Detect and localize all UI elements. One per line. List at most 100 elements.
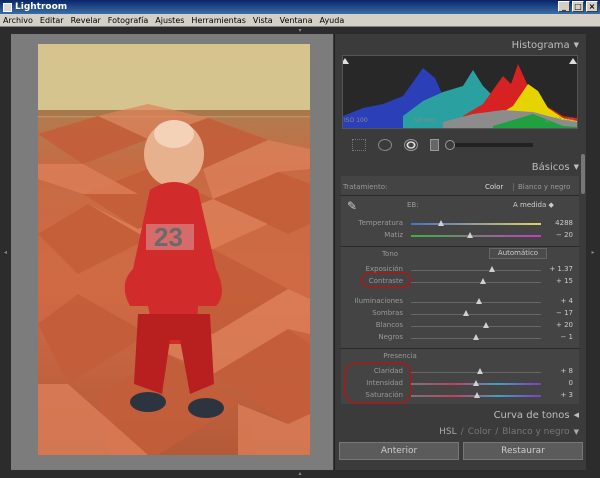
bottom-panel-toggle[interactable]: ▴ (0, 470, 600, 478)
slider-value[interactable]: + 3 (560, 391, 573, 399)
slider-value[interactable]: 0 (569, 379, 573, 387)
slider-label: Matiz (384, 231, 403, 239)
slider-label: Temperatura (358, 219, 403, 227)
slider-label: Exposición (365, 265, 403, 273)
treatment-bw-option[interactable]: Blanco y negro (513, 183, 570, 191)
separator: / (460, 427, 464, 437)
develop-panel: Histograma ▼ ISO 100 50 mm f / 4.0 1/400… (334, 34, 586, 470)
spot-removal-icon[interactable] (378, 139, 392, 151)
treatment-color-option[interactable]: Color (485, 183, 503, 191)
adjustment-brush-icon[interactable] (445, 140, 533, 150)
slider-value[interactable]: + 15 (556, 277, 573, 285)
hsl-tab[interactable]: HSL (439, 427, 457, 437)
right-panel-toggle[interactable]: ▸ (586, 34, 600, 470)
minimize-button[interactable]: _ (558, 1, 570, 12)
reset-button[interactable]: Restaurar (463, 442, 583, 460)
menu-vista[interactable]: Vista (253, 16, 273, 25)
histogram-title: Histograma (511, 39, 570, 51)
maximize-button[interactable]: □ (572, 1, 584, 12)
whites-slider[interactable]: Blancos + 20 (341, 320, 579, 332)
red-eye-icon[interactable] (404, 139, 418, 151)
color-tab[interactable]: Color (468, 427, 492, 437)
svg-text:23: 23 (154, 222, 183, 252)
tone-label: Tono (381, 250, 399, 258)
photo-illustration: 23 (38, 44, 310, 455)
temperature-slider[interactable]: Temperatura 4288 (341, 218, 579, 230)
histogram-header[interactable]: Histograma ▼ (335, 36, 587, 54)
expand-icon: ◀ (573, 411, 579, 419)
slider-thumb[interactable] (483, 322, 490, 328)
wb-value: A medida (513, 201, 547, 209)
auto-tone-button[interactable]: Automático (489, 248, 547, 259)
slider-thumb[interactable] (466, 232, 473, 238)
menu-herramientas[interactable]: Herramientas (191, 16, 246, 25)
app-icon (3, 2, 12, 12)
tint-slider[interactable]: Matiz − 20 (341, 230, 579, 242)
menu-ventana[interactable]: Ventana (280, 16, 313, 25)
iso-value: ISO 100 (344, 117, 368, 124)
slider-label: Blancos (375, 321, 403, 329)
collapse-icon: ▼ (573, 428, 579, 436)
slider-thumb[interactable] (437, 220, 444, 226)
slider-thumb[interactable] (479, 278, 486, 284)
blacks-slider[interactable]: Negros − 1 (341, 332, 579, 344)
photo-image[interactable]: 23 (38, 44, 310, 455)
close-button[interactable]: × (586, 1, 598, 12)
tone-curve-header[interactable]: Curva de tonos ◀ (335, 406, 587, 424)
previous-button[interactable]: Anterior (339, 442, 459, 460)
slider-thumb[interactable] (474, 392, 481, 398)
hsl-header[interactable]: HSL / Color / Blanco y negro ▼ (335, 425, 587, 439)
slider-thumb[interactable] (473, 380, 479, 386)
menu-bar: Archivo Editar Revelar Fotografía Ajuste… (0, 14, 600, 27)
slider-thumb[interactable] (476, 368, 483, 374)
separator: / (495, 427, 499, 437)
presence-highlight-ring (345, 363, 411, 403)
collapse-icon: ▼ (573, 41, 579, 49)
slider-label: Negros (378, 333, 403, 341)
basics-title: Básicos (531, 161, 570, 173)
tool-strip (342, 134, 578, 156)
slider-value[interactable]: − 20 (556, 231, 573, 239)
slider-thumb[interactable] (488, 266, 495, 272)
bw-tab[interactable]: Blanco y negro (502, 427, 569, 437)
left-panel-toggle[interactable]: ◂ (0, 34, 11, 470)
graduated-filter-icon[interactable] (430, 139, 439, 151)
slider-value[interactable]: + 8 (560, 367, 573, 375)
crop-icon[interactable] (352, 139, 366, 151)
slider-value[interactable]: − 17 (556, 309, 573, 317)
window-titlebar: Lightroom _ □ × (0, 0, 600, 14)
treatment-label: Tratamiento: (343, 183, 388, 191)
slider-value[interactable]: + 4 (560, 297, 573, 305)
slider-thumb[interactable] (473, 334, 479, 340)
top-panel-toggle[interactable]: ▾ (0, 27, 600, 34)
menu-revelar[interactable]: Revelar (71, 16, 101, 25)
shutter-speed: 1/400 seg. (544, 117, 576, 124)
collapse-icon: ▼ (573, 163, 579, 171)
treatment-row: Tratamiento: Color Blanco y negro (341, 182, 579, 194)
presence-label: Presencia (383, 352, 417, 360)
slider-value[interactable]: + 20 (556, 321, 573, 329)
menu-ayuda[interactable]: Ayuda (320, 16, 345, 25)
slider-value[interactable]: − 1 (560, 333, 573, 341)
slider-thumb[interactable] (475, 298, 482, 304)
aperture-value: f / 4.0 (480, 117, 499, 124)
menu-editar[interactable]: Editar (40, 16, 64, 25)
tone-curve-title: Curva de tonos (493, 409, 570, 421)
menu-fotografia[interactable]: Fotografía (108, 16, 148, 25)
menu-archivo[interactable]: Archivo (3, 16, 33, 25)
white-balance-row: ✎ EB: A medida ◆ (341, 199, 579, 213)
wb-select[interactable]: A medida ◆ (513, 201, 554, 209)
shadows-slider[interactable]: Sombras − 17 (341, 308, 579, 320)
basics-panel: Tratamiento: Color Blanco y negro ✎ EB: … (341, 176, 579, 404)
wb-label: EB: (407, 201, 419, 209)
eyedropper-icon[interactable]: ✎ (347, 199, 357, 213)
slider-label: Iluminaciones (354, 297, 403, 305)
basics-header[interactable]: Básicos ▼ (335, 158, 587, 176)
slider-value[interactable]: 4288 (555, 219, 573, 227)
bottom-buttons: Anterior Restaurar (339, 442, 583, 460)
highlights-slider[interactable]: Iluminaciones + 4 (341, 296, 579, 308)
panel-scrollbar[interactable] (581, 154, 585, 194)
menu-ajustes[interactable]: Ajustes (155, 16, 184, 25)
slider-thumb[interactable] (462, 310, 469, 316)
slider-value[interactable]: + 1.37 (549, 265, 573, 273)
